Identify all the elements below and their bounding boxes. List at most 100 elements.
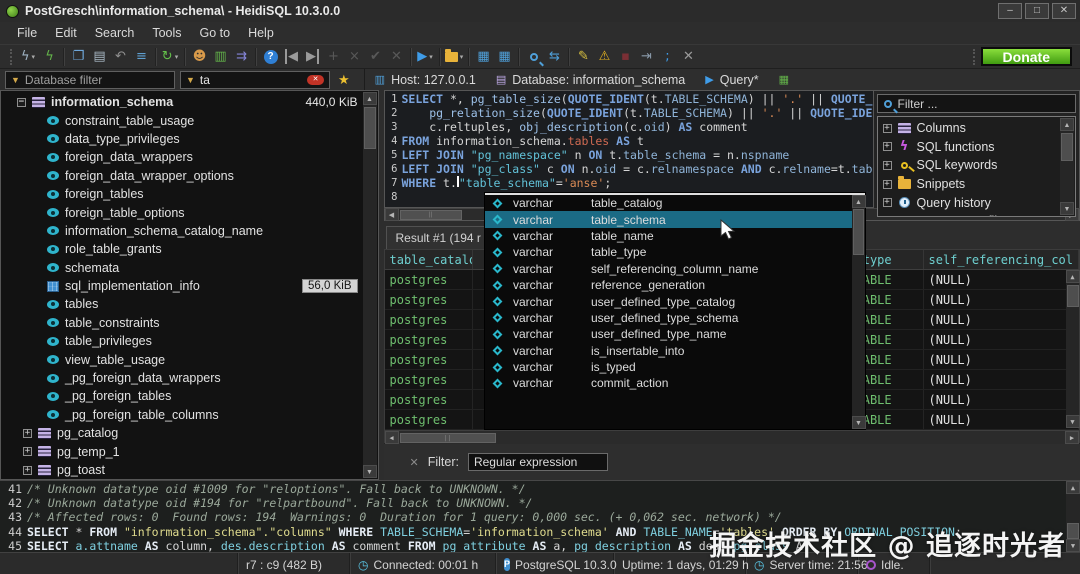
autocomplete-row-user_defined_type_schema[interactable]: varcharuser_defined_type_schema: [485, 310, 865, 326]
tree-item-foreign_data_wrapper_options[interactable]: foreign_data_wrapper_options: [1, 167, 378, 185]
tree-item-constraint_table_usage[interactable]: constraint_table_usage: [1, 111, 378, 129]
tree-item-table_constraints[interactable]: table_constraints: [1, 314, 378, 332]
autocomplete-row-commit_action[interactable]: varcharcommit_action: [485, 375, 865, 391]
cell-self-referencing[interactable]: (NULL): [924, 290, 1080, 309]
helper-item-functions[interactable]: +ϟSQL functions: [878, 138, 1076, 157]
result-tab[interactable]: Result #1 (194 r ›: [386, 226, 500, 249]
tree-schema-pg_catalog[interactable]: +pg_catalog: [1, 424, 378, 442]
session-manager-button[interactable]: ϟ▾: [18, 47, 39, 67]
semicolon-button[interactable]: ;: [657, 47, 678, 67]
tree-root-information-schema[interactable]: −information_schema440,0 KiB: [1, 93, 378, 111]
column-header-self-referencing[interactable]: self_referencing_col: [924, 250, 1080, 269]
tab-query[interactable]: ▶Query*: [695, 69, 768, 91]
close-tab-button[interactable]: ✕: [678, 47, 699, 67]
data-flow-button[interactable]: ⇉: [231, 47, 252, 67]
cell-table-catalog[interactable]: postgres: [385, 410, 473, 429]
minimize-button[interactable]: –: [998, 3, 1022, 19]
scroll-right-icon[interactable]: ▶: [1065, 431, 1079, 444]
cell-self-referencing[interactable]: (NULL): [924, 310, 1080, 329]
cell-table-catalog[interactable]: postgres: [385, 270, 473, 289]
autocomplete-row-self_referencing_column_name[interactable]: varcharself_referencing_column_name: [485, 261, 865, 277]
scroll-down-icon[interactable]: ▼: [1066, 539, 1080, 552]
scroll-up-icon[interactable]: ▲: [1060, 118, 1074, 131]
tree-item-foreign_data_wrappers[interactable]: foreign_data_wrappers: [1, 148, 378, 166]
tree-item-_pg_foreign_table_columns[interactable]: _pg_foreign_table_columns: [1, 406, 378, 424]
expand-icon[interactable]: +: [883, 124, 892, 133]
expand-icon[interactable]: +: [23, 466, 32, 475]
donate-button[interactable]: Donate: [981, 47, 1072, 66]
menu-file[interactable]: File: [8, 24, 46, 42]
copy-button[interactable]: ❐: [68, 47, 89, 67]
scroll-thumb[interactable]: ||: [400, 210, 462, 220]
scroll-up-icon[interactable]: ▲: [1066, 270, 1080, 283]
find-replace-button[interactable]: ⇆: [544, 47, 565, 67]
reformat-sql-button[interactable]: ✎: [573, 47, 594, 67]
dropdown-caret-icon[interactable]: ▾: [175, 53, 179, 61]
cell-table-catalog[interactable]: postgres: [385, 310, 473, 329]
grid-filter-input[interactable]: Regular expression: [468, 453, 608, 471]
user-manager-button[interactable]: ☻: [189, 47, 210, 67]
menu-edit[interactable]: Edit: [46, 24, 86, 42]
scroll-up-icon[interactable]: ▲: [852, 195, 866, 208]
scroll-down-icon[interactable]: ▼: [1066, 415, 1080, 428]
tree-item-table_privileges[interactable]: table_privileges: [1, 332, 378, 350]
help-button[interactable]: ?: [260, 47, 281, 67]
indent-button[interactable]: ⇥: [636, 47, 657, 67]
preferences-button[interactable]: ≡: [131, 47, 152, 67]
tree-item-information_schema_catalog_name[interactable]: information_schema_catalog_name: [1, 222, 378, 240]
helper-item-snippets[interactable]: +Snippets: [878, 175, 1076, 194]
cell-self-referencing[interactable]: (NULL): [924, 410, 1080, 429]
cell-table-catalog[interactable]: postgres: [385, 330, 473, 349]
expand-icon[interactable]: +: [883, 198, 892, 207]
scroll-thumb[interactable]: [364, 107, 376, 149]
autocomplete-row-table_type[interactable]: varchartable_type: [485, 244, 865, 260]
expand-icon[interactable]: +: [23, 447, 32, 456]
export-database-button[interactable]: ▥: [210, 47, 231, 67]
tree-item-_pg_foreign_tables[interactable]: _pg_foreign_tables: [1, 387, 378, 405]
dropdown-scrollbar[interactable]: ▲▼: [852, 195, 865, 429]
expand-icon[interactable]: +: [883, 180, 892, 189]
cell-table-catalog[interactable]: postgres: [385, 350, 473, 369]
cell-self-referencing[interactable]: (NULL): [924, 390, 1080, 409]
menu-go-to[interactable]: Go to: [191, 24, 240, 42]
scroll-left-icon[interactable]: ◀: [385, 208, 399, 221]
expand-icon[interactable]: +: [23, 429, 32, 438]
cell-self-referencing[interactable]: (NULL): [924, 350, 1080, 369]
column-header-table-catalog[interactable]: table_catalog: [385, 250, 473, 269]
tree-item-foreign_tables[interactable]: foreign_tables: [1, 185, 378, 203]
scroll-down-icon[interactable]: ▼: [363, 465, 377, 478]
delete-row-button[interactable]: ×: [344, 47, 365, 67]
scroll-up-icon[interactable]: ▲: [1066, 481, 1080, 494]
refresh-button[interactable]: ↻▾: [160, 47, 181, 67]
scroll-up-icon[interactable]: ▲: [363, 92, 377, 105]
dropdown-caret-icon[interactable]: ▾: [429, 53, 433, 61]
tab-database[interactable]: ▤Database: information_schema: [486, 69, 695, 91]
cell-table-catalog[interactable]: postgres: [385, 370, 473, 389]
table-filter-input[interactable]: ▼ ta ✕: [180, 71, 330, 89]
find-text-button[interactable]: [523, 47, 544, 67]
helper-scrollbar[interactable]: ▲▼: [1060, 118, 1074, 215]
collapse-icon[interactable]: −: [17, 98, 26, 107]
tab-host[interactable]: ▥Host: 127.0.0.1: [365, 69, 486, 91]
tree-item-role_table_grants[interactable]: role_table_grants: [1, 240, 378, 258]
undo-button[interactable]: ↶: [110, 47, 131, 67]
discard-changes-button[interactable]: ✕: [386, 47, 407, 67]
tree-item-schemata[interactable]: schemata: [1, 259, 378, 277]
helper-item-keywords[interactable]: +SQL keywords: [878, 156, 1076, 175]
tree-item-_pg_foreign_data_wrappers[interactable]: _pg_foreign_data_wrappers: [1, 369, 378, 387]
cell-table-catalog[interactable]: postgres: [385, 390, 473, 409]
autocomplete-row-user_defined_type_name[interactable]: varcharuser_defined_type_name: [485, 326, 865, 342]
scroll-thumb[interactable]: [1061, 133, 1073, 161]
autocomplete-row-reference_generation[interactable]: varcharreference_generation: [485, 277, 865, 293]
clear-grid-filter-icon[interactable]: ✕: [410, 456, 419, 469]
clear-filter-icon[interactable]: ✕: [307, 75, 324, 85]
scroll-down-icon[interactable]: ▼: [1060, 202, 1074, 215]
cell-self-referencing[interactable]: (NULL): [924, 270, 1080, 289]
sql-editor[interactable]: 1SELECT *, pg_table_size(QUOTE_IDENT(t.T…: [384, 90, 873, 208]
bind-params-button[interactable]: ▪: [615, 47, 636, 67]
favorites-star-icon[interactable]: ★: [338, 72, 350, 88]
helper-filter-input[interactable]: Filter ...: [877, 94, 1077, 113]
tree-item-tables[interactable]: tables: [1, 295, 378, 313]
autocomplete-row-is_typed[interactable]: varcharis_typed: [485, 359, 865, 375]
autocomplete-row-table_catalog[interactable]: varchartable_catalog: [485, 195, 865, 211]
